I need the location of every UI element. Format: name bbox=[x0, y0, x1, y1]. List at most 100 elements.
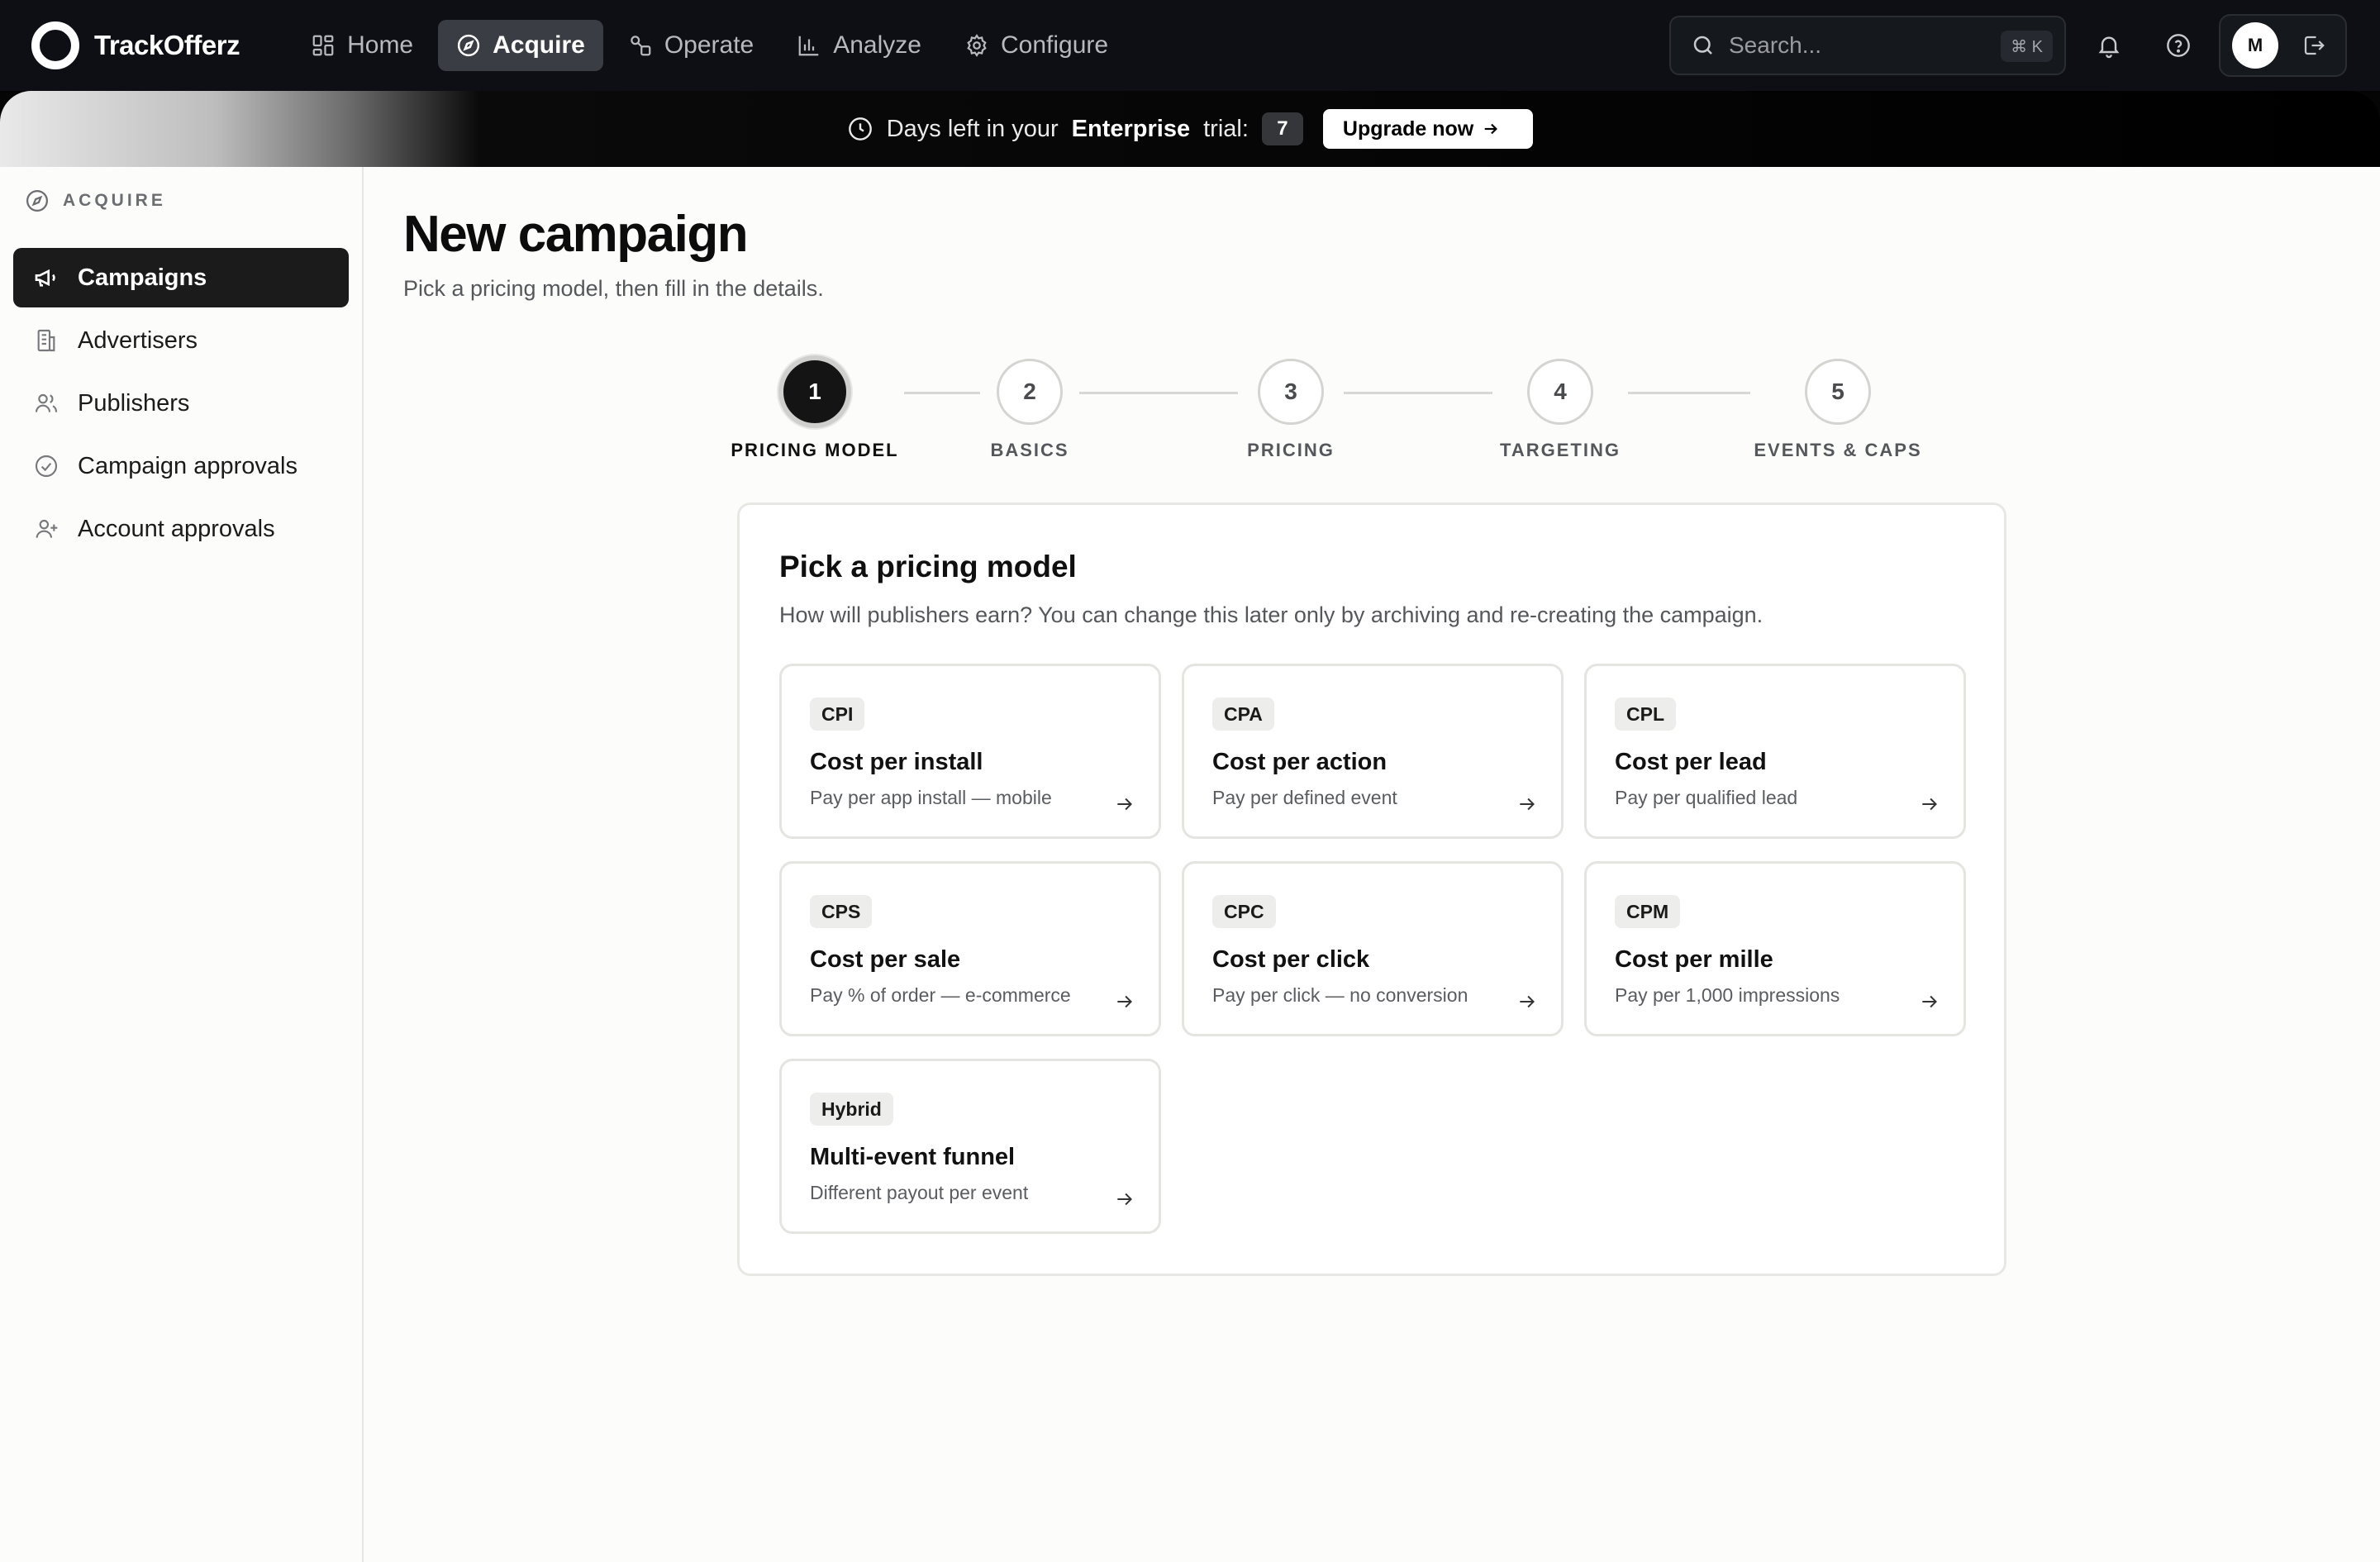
user-menu[interactable]: M bbox=[2219, 14, 2347, 77]
shapes-icon bbox=[628, 33, 664, 58]
pricing-option-cpc[interactable]: CPC Cost per click Pay per click — no co… bbox=[1182, 861, 1564, 1036]
pricing-option-cps[interactable]: CPS Cost per sale Pay % of order — e-com… bbox=[779, 861, 1161, 1036]
arrow-right-icon bbox=[1516, 793, 1538, 815]
compass-icon bbox=[25, 188, 63, 213]
arrow-right-icon bbox=[1919, 793, 1940, 815]
user-plus-icon bbox=[33, 516, 78, 542]
option-description: Pay % of order — e-commerce bbox=[810, 984, 1071, 1006]
nav-acquire-label: Acquire bbox=[493, 31, 585, 59]
stepper: 1 PRICING MODEL 2 BASICS 3 PRICING 4 TAR… bbox=[727, 355, 1950, 463]
pricing-option-cpa[interactable]: CPA Cost per action Pay per defined even… bbox=[1182, 664, 1564, 839]
nav-configure[interactable]: Configure bbox=[946, 20, 1126, 71]
option-title: Cost per mille bbox=[1615, 946, 1773, 973]
sidebar-item-label: Publishers bbox=[78, 389, 190, 417]
option-description: Pay per qualified lead bbox=[1615, 787, 1798, 808]
sidebar-item-campaigns[interactable]: Campaigns bbox=[13, 248, 349, 307]
arrow-right-icon bbox=[1114, 793, 1135, 815]
users-icon bbox=[33, 390, 78, 417]
upgrade-label: Upgrade now bbox=[1342, 117, 1474, 140]
option-description: Pay per click — no conversion bbox=[1212, 984, 1468, 1006]
step-basics[interactable]: 2 BASICS bbox=[926, 355, 1133, 461]
page-subtitle: Pick a pricing model, then fill in the d… bbox=[403, 276, 824, 301]
upgrade-button[interactable]: Upgrade now bbox=[1322, 109, 1534, 149]
search-shortcut: ⌘ K bbox=[2001, 31, 2053, 62]
option-badge: CPA bbox=[1212, 698, 1274, 731]
arrow-right-icon bbox=[1114, 991, 1135, 1012]
sidebar-item-account-approvals[interactable]: Account approvals bbox=[13, 499, 349, 559]
grid-icon bbox=[311, 33, 347, 58]
option-description: Pay per defined event bbox=[1212, 787, 1397, 808]
logout-icon[interactable] bbox=[2301, 33, 2326, 58]
arrow-right-icon bbox=[1516, 991, 1538, 1012]
card-title: Pick a pricing model bbox=[779, 550, 1077, 583]
option-title: Cost per click bbox=[1212, 946, 1370, 973]
sidebar-item-campaign-approvals[interactable]: Campaign approvals bbox=[13, 436, 349, 496]
nav-acquire[interactable]: Acquire bbox=[438, 20, 603, 71]
option-badge: CPI bbox=[810, 698, 865, 731]
nav-operate[interactable]: Operate bbox=[610, 20, 772, 71]
trial-prefix: Days left in your bbox=[886, 115, 1059, 142]
nav-analyze[interactable]: Analyze bbox=[778, 20, 940, 71]
main-nav: Home Acquire Operate Analyze Configure bbox=[293, 20, 1133, 71]
option-description: Different payout per event bbox=[810, 1182, 1029, 1203]
nav-operate-label: Operate bbox=[664, 31, 754, 59]
help-button[interactable] bbox=[2159, 26, 2197, 64]
pricing-option-hybrid[interactable]: Hybrid Multi-event funnel Different payo… bbox=[779, 1059, 1161, 1234]
option-title: Cost per sale bbox=[810, 946, 961, 973]
megaphone-icon bbox=[33, 264, 78, 291]
compass-icon bbox=[456, 33, 493, 58]
sidebar-item-publishers[interactable]: Publishers bbox=[13, 374, 349, 433]
card-subtitle: How will publishers earn? You can change… bbox=[779, 602, 1764, 627]
section-title: ACQUIRE bbox=[63, 191, 166, 210]
sidebar-item-label: Campaigns bbox=[78, 264, 207, 291]
pricing-option-cpl[interactable]: CPL Cost per lead Pay per qualified lead bbox=[1584, 664, 1966, 839]
notifications-button[interactable] bbox=[2090, 26, 2128, 64]
nav-home-label: Home bbox=[347, 31, 414, 59]
clock-icon bbox=[847, 116, 887, 142]
top-nav: TrackOfferz Home Acquire Operate Analyze bbox=[0, 0, 2380, 91]
arrow-right-icon bbox=[1919, 991, 1940, 1012]
step-label: EVENTS & CAPS bbox=[1754, 440, 1922, 460]
bell-icon bbox=[2096, 32, 2122, 59]
option-badge: CPC bbox=[1212, 895, 1276, 928]
avatar[interactable]: M bbox=[2232, 22, 2278, 69]
sidebar-item-label: Account approvals bbox=[78, 515, 275, 542]
step-label: TARGETING bbox=[1500, 440, 1621, 460]
step-number: 3 bbox=[1258, 359, 1324, 425]
brand[interactable]: TrackOfferz bbox=[31, 21, 240, 69]
search-icon bbox=[1691, 33, 1729, 58]
step-pricing-model[interactable]: 1 PRICING MODEL bbox=[712, 355, 918, 461]
trial-plan: Enterprise bbox=[1071, 115, 1191, 142]
pricing-option-cpi[interactable]: CPI Cost per install Pay per app install… bbox=[779, 664, 1161, 839]
step-events-caps[interactable]: 5 EVENTS & CAPS bbox=[1735, 355, 1941, 461]
sidebar-section-label: ACQUIRE bbox=[25, 188, 166, 213]
bar-chart-icon bbox=[797, 33, 833, 58]
sidebar-item-label: Advertisers bbox=[78, 326, 198, 354]
trial-suffix: trial: bbox=[1203, 115, 1249, 142]
step-label: PRICING MODEL bbox=[731, 440, 899, 460]
option-title: Cost per install bbox=[810, 749, 983, 775]
sidebar-item-advertisers[interactable]: Advertisers bbox=[13, 311, 349, 370]
option-title: Cost per action bbox=[1212, 749, 1388, 775]
search-placeholder: Search... bbox=[1729, 32, 1822, 58]
option-title: Cost per lead bbox=[1615, 749, 1767, 775]
search-input[interactable]: Search... ⌘ K bbox=[1669, 16, 2066, 75]
step-targeting[interactable]: 4 TARGETING bbox=[1457, 355, 1664, 461]
trial-banner: Days left in your Enterprise trial: 7 Up… bbox=[0, 91, 2380, 167]
nav-configure-label: Configure bbox=[1000, 31, 1109, 59]
page-title: New campaign bbox=[403, 206, 749, 263]
option-description: Pay per 1,000 impressions bbox=[1615, 984, 1840, 1006]
nav-home[interactable]: Home bbox=[293, 20, 431, 71]
building-icon bbox=[33, 327, 78, 354]
option-title: Multi-event funnel bbox=[810, 1144, 1016, 1170]
nav-analyze-label: Analyze bbox=[833, 31, 921, 59]
brand-logo bbox=[31, 21, 79, 69]
step-number: 4 bbox=[1527, 359, 1593, 425]
help-icon bbox=[2165, 32, 2192, 59]
step-pricing[interactable]: 3 PRICING bbox=[1188, 355, 1394, 461]
step-number: 2 bbox=[997, 359, 1063, 425]
pricing-option-cpm[interactable]: CPM Cost per mille Pay per 1,000 impress… bbox=[1584, 861, 1966, 1036]
step-label: BASICS bbox=[990, 440, 1069, 460]
option-badge: CPM bbox=[1615, 895, 1681, 928]
arrow-right-icon bbox=[1114, 1188, 1135, 1210]
